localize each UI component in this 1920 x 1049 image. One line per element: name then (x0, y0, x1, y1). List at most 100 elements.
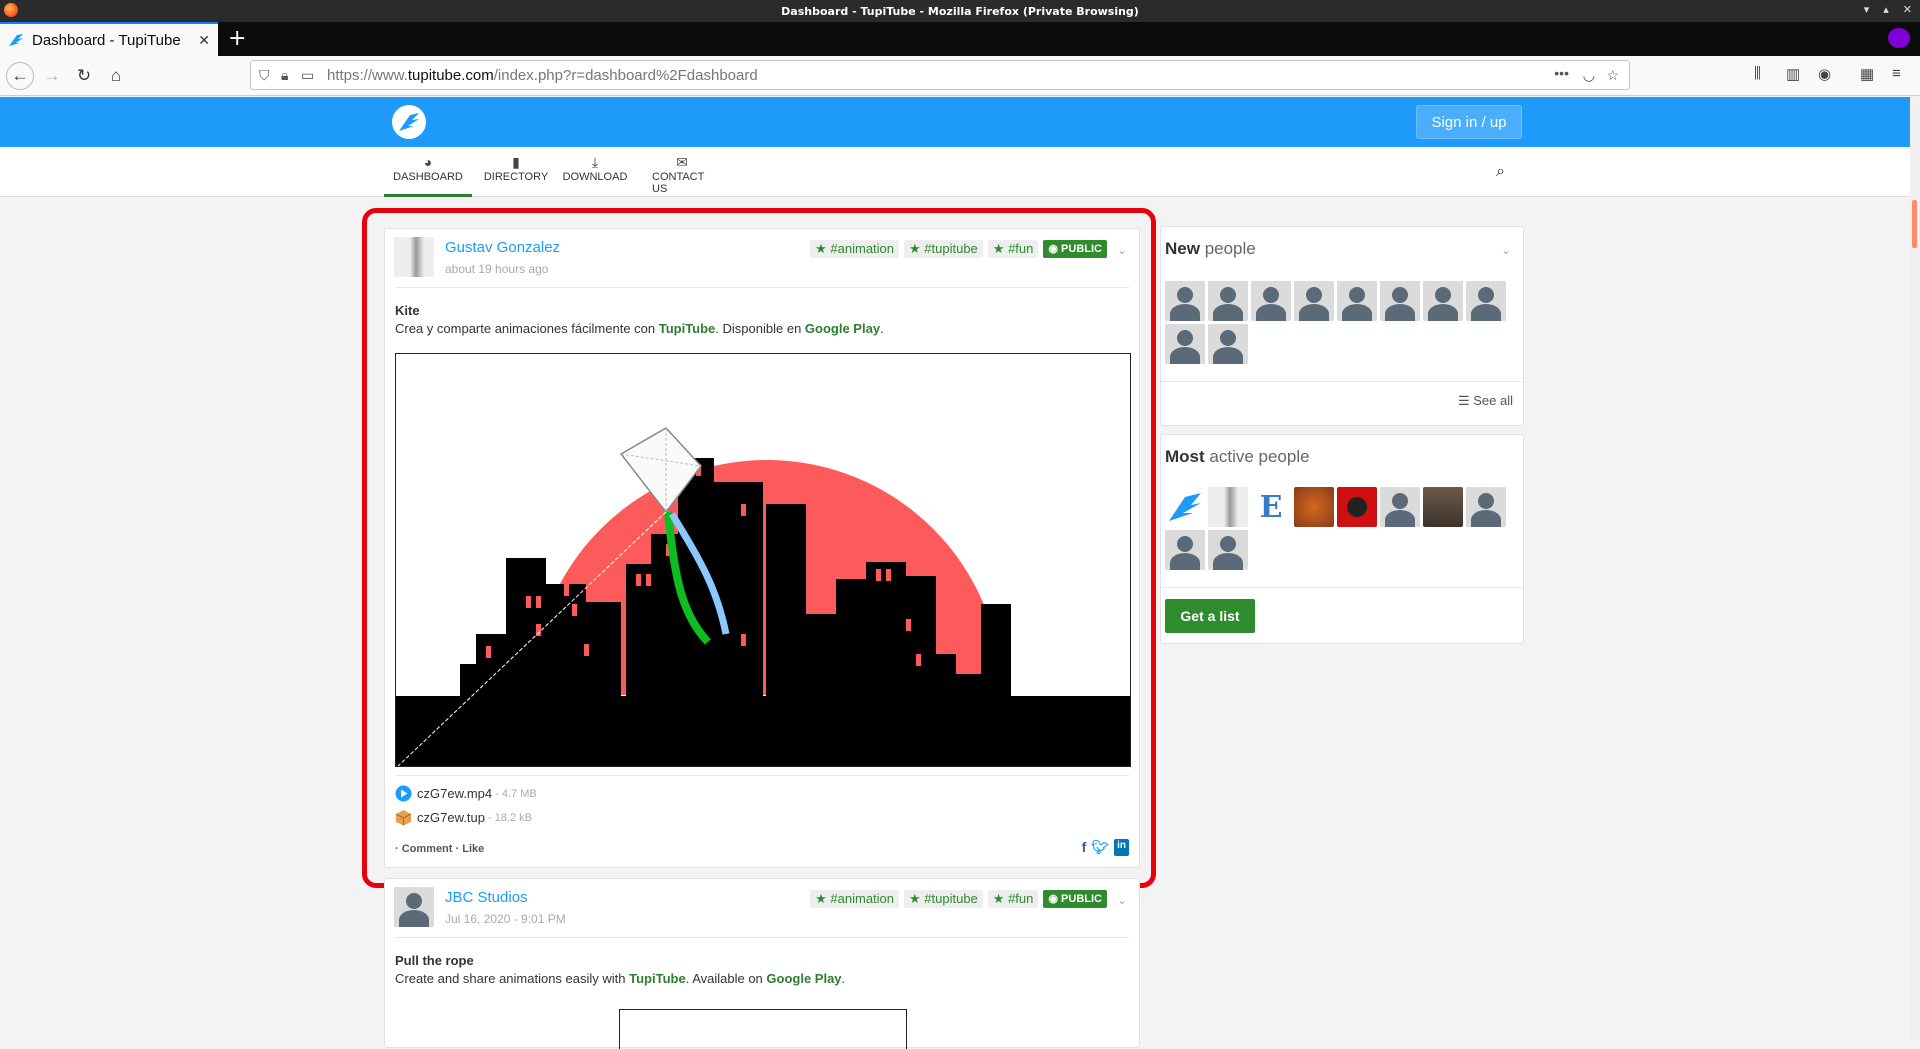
avatar[interactable] (1423, 281, 1463, 321)
envelope-icon: ✉ (676, 154, 688, 170)
new-tab-icon[interactable]: + (228, 26, 246, 52)
site-header: Sign in / up (0, 97, 1920, 147)
avatar[interactable] (1337, 487, 1377, 527)
account-icon[interactable]: ◉ (1818, 65, 1831, 83)
window-titlebar: Dashboard - TupiTube - Mozilla Firefox (… (0, 0, 1920, 22)
url-prefix: https://www. (327, 66, 408, 84)
menu-icon[interactable]: ≡ (1892, 65, 1901, 82)
firefox-logo-icon (4, 3, 18, 17)
nav-dashboard[interactable]: ◕ DASHBOARD (384, 153, 472, 197)
scrollbar-thumb[interactable] (1912, 200, 1917, 248)
nav-directory[interactable]: ▮ DIRECTORY (474, 153, 558, 197)
url-domain: tupitube.com (407, 66, 494, 84)
divider (395, 937, 1129, 938)
library-icon[interactable]: ⫼ (1754, 65, 1761, 82)
dashboard-icon: ◕ (423, 154, 433, 170)
avatar[interactable] (1208, 487, 1248, 527)
download-icon: ⤓ (591, 154, 599, 170)
get-a-list-button[interactable]: Get a list (1165, 599, 1255, 633)
avatar[interactable]: E (1251, 487, 1291, 527)
back-icon[interactable]: ← (6, 62, 34, 90)
home-icon[interactable]: ⌂ (102, 62, 130, 90)
avatar[interactable] (1294, 281, 1334, 321)
post-author[interactable]: JBC Studios (445, 889, 528, 906)
private-browsing-icon (1888, 28, 1910, 48)
nav-download[interactable]: ⤓ DOWNLOAD (556, 153, 634, 197)
page-actions-icon[interactable]: ••• (1554, 65, 1569, 81)
avatar[interactable] (1208, 281, 1248, 321)
avatar[interactable] (1165, 281, 1205, 321)
tab-title: Dashboard - TupiTube (32, 31, 181, 49)
list-icon: ☰ (1457, 393, 1474, 408)
tupitube-logo-icon[interactable] (392, 105, 426, 139)
site-navigation: ◕ DASHBOARD ▮ DIRECTORY ⤓ DOWNLOAD ✉ CON… (0, 147, 1920, 197)
most-active-title: Most active people (1165, 447, 1310, 466)
chevron-down-icon[interactable]: ⌄ (1501, 243, 1511, 257)
maximize-icon[interactable]: ▴ (1883, 3, 1889, 16)
post-time: Jul 16, 2020 - 9:01 PM (445, 912, 566, 926)
reload-icon[interactable]: ↻ (70, 62, 98, 90)
divider (1161, 587, 1523, 588)
avatar[interactable] (1165, 487, 1205, 527)
avatar[interactable] (1165, 324, 1205, 364)
avatar[interactable] (1337, 281, 1377, 321)
window-title: Dashboard - TupiTube - Mozilla Firefox (… (781, 4, 1139, 18)
search-icon[interactable]: ⌕ (1496, 163, 1505, 181)
tag[interactable]: ★ #tupitube (904, 890, 983, 908)
avatar[interactable] (1466, 487, 1506, 527)
post-title: Pull the rope (395, 953, 474, 968)
avatar[interactable] (1251, 281, 1291, 321)
nav-directory-label: DIRECTORY (483, 171, 549, 183)
tracking-shield-icon[interactable]: ⛉ (259, 67, 270, 84)
avatar[interactable] (1380, 281, 1420, 321)
post-card: JBC Studios Jul 16, 2020 - 9:01 PM ★ #an… (384, 878, 1140, 1049)
tupitube-link[interactable]: TupiTube (629, 971, 686, 986)
google-play-link[interactable]: Google Play (766, 971, 841, 986)
post-tags: ★ #animation ★ #tupitube ★ #fun ◉ PUBLIC (810, 890, 1107, 908)
avatar[interactable] (394, 887, 434, 927)
tab-dashboard[interactable]: Dashboard - TupiTube ✕ (0, 22, 218, 56)
visibility-badge: ◉ PUBLIC (1043, 890, 1107, 908)
minimize-icon[interactable]: ▾ (1864, 3, 1870, 16)
tupitube-favicon-icon (9, 34, 23, 46)
post-animation-image[interactable] (619, 1009, 907, 1049)
bookmark-star-icon[interactable]: ☆ (1606, 67, 1619, 84)
extensions-icon[interactable]: ▦ (1860, 65, 1874, 83)
url-path: /index.php?r=dashboard%2Fdashboard (493, 66, 758, 84)
url-bar[interactable]: ⛉ 🔒︎ ▭ https://www. tupitube.com/index.ph… (250, 60, 1630, 90)
avatar[interactable] (1466, 281, 1506, 321)
close-window-icon[interactable]: ✕ (1903, 3, 1912, 16)
new-people-title: New people (1165, 239, 1256, 258)
forward-icon[interactable]: → (38, 62, 66, 90)
most-active-panel: Most active people E Get a list (1160, 434, 1524, 644)
pocket-icon[interactable]: ◡ (1583, 67, 1595, 84)
most-active-grid: E (1165, 487, 1525, 570)
tag[interactable]: ★ #fun (987, 890, 1039, 908)
nav-contact-label: CONTACT US (652, 171, 705, 195)
nav-contact[interactable]: ✉ CONTACT US (642, 153, 722, 197)
permissions-icon[interactable]: ▭ (301, 67, 314, 84)
nav-download-label: DOWNLOAD (562, 171, 628, 183)
sidebar-icon[interactable]: ▥ (1786, 65, 1800, 83)
avatar[interactable] (1208, 324, 1248, 364)
tag[interactable]: ★ #animation (810, 890, 900, 908)
tab-bar: Dashboard - TupiTube ✕ + (0, 22, 1920, 56)
avatar[interactable] (1165, 530, 1205, 570)
new-people-grid (1165, 281, 1525, 364)
divider (1161, 381, 1523, 382)
nav-dashboard-label: DASHBOARD (393, 171, 463, 183)
chevron-down-icon[interactable]: ⌄ (1117, 893, 1127, 907)
avatar[interactable] (1423, 487, 1463, 527)
navigation-toolbar: ← → ↻ ⌂ ⛉ 🔒︎ ▭ https://www. tupitube.com /… (0, 56, 1920, 96)
post-body: Create and share animations easily with … (395, 971, 846, 986)
highlight-box (362, 208, 1156, 888)
see-all-link[interactable]: ☰ See all (1458, 393, 1513, 409)
avatar[interactable] (1294, 487, 1334, 527)
sign-in-button[interactable]: Sign in / up (1416, 105, 1522, 139)
new-people-panel: New people ⌄ ☰ See all (1160, 226, 1524, 426)
avatar[interactable] (1380, 487, 1420, 527)
book-icon: ▮ (512, 154, 520, 170)
avatar[interactable] (1208, 530, 1248, 570)
lock-icon[interactable]: 🔒︎ (281, 67, 288, 84)
close-tab-icon[interactable]: ✕ (198, 32, 210, 49)
